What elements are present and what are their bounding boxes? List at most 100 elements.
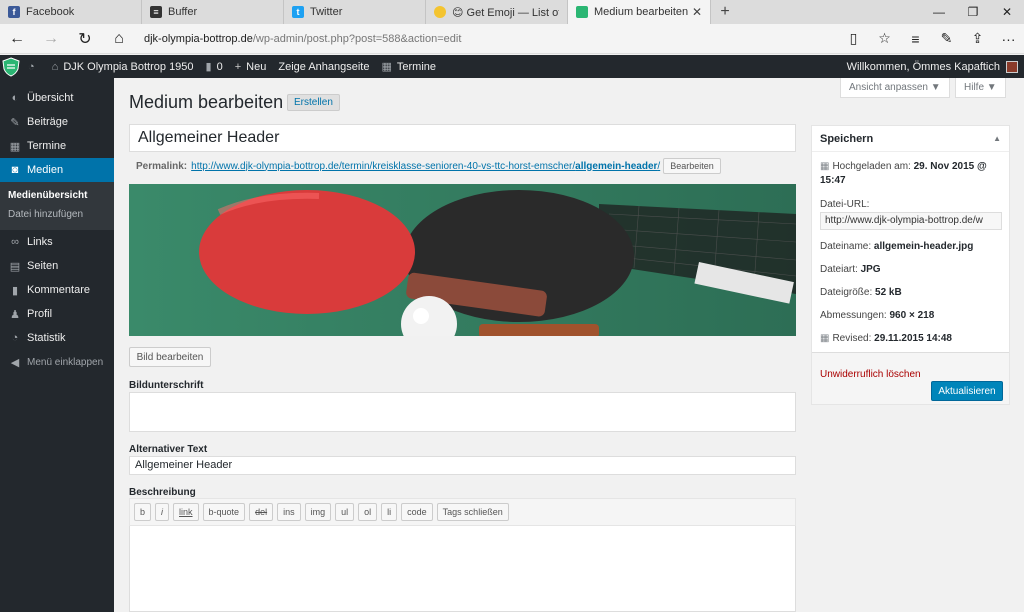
description-editor[interactable]: [129, 526, 796, 612]
buffer-icon: ≡: [150, 6, 162, 18]
tab-get-emoji[interactable]: 😊 Get Emoji — List of all Er: [426, 0, 568, 24]
browser-tools: ▯ ☆ ≡ ✎ ⇪ ···: [838, 24, 1024, 54]
update-button[interactable]: Aktualisieren: [931, 381, 1003, 401]
permalink-edit-button[interactable]: Bearbeiten: [663, 158, 721, 174]
greeting-text: Willkommen, Ömmes Kapaftich: [846, 60, 1000, 73]
permalink-label: Permalink:: [136, 160, 188, 172]
qt-ins-button[interactable]: ins: [277, 503, 301, 521]
refresh-icon[interactable]: ↻: [68, 24, 102, 54]
view-attachment-link[interactable]: Zeige Anhangseite: [272, 55, 375, 78]
collapse-icon: ◀: [10, 356, 20, 369]
qt-ol-button[interactable]: ol: [358, 503, 378, 521]
submenu-medienuebersicht[interactable]: Medienübersicht: [0, 186, 114, 205]
revised-row: ▦ Revised: 29.11.2015 14:48: [820, 333, 952, 344]
sidebar-item-termine[interactable]: ▦ Termine: [0, 134, 114, 158]
reading-view-icon[interactable]: ▯: [838, 24, 869, 54]
user-icon: ♟: [10, 308, 20, 321]
sidebar-item-seiten[interactable]: ▤ Seiten: [0, 254, 114, 278]
favorite-star-icon[interactable]: ☆: [869, 24, 900, 54]
forward-icon[interactable]: →: [34, 24, 68, 54]
collapse-arrow-icon[interactable]: ▲: [993, 134, 1001, 143]
caption-label: Bildunterschrift: [129, 380, 204, 391]
publish-heading: Speichern: [820, 132, 874, 145]
url-host: djk-olympia-bottrop.de: [144, 32, 253, 45]
qt-bold-button[interactable]: b: [134, 503, 152, 521]
dashboard-icon: ◐: [11, 92, 19, 104]
edit-image-button[interactable]: Bild bearbeiten: [129, 347, 211, 367]
link-icon: ∞: [11, 236, 19, 248]
site-logo-icon[interactable]: [0, 55, 22, 78]
comment-icon: ▮: [11, 284, 19, 297]
screen-options-button[interactable]: Ansicht anpassen ▼: [840, 78, 950, 98]
web-note-icon[interactable]: ✎: [931, 24, 962, 54]
sidebar-item-kommentare[interactable]: ▮ Kommentare: [0, 278, 114, 302]
tab-medium-bearbeiten[interactable]: Medium bearbeiten ‹ D. ✕: [568, 0, 711, 24]
tab-label: Facebook: [26, 6, 75, 18]
events-link[interactable]: ▦ Termine: [376, 55, 443, 78]
sidebar-item-beitraege[interactable]: ✎ Beiträge: [0, 110, 114, 134]
sidebar-item-medien[interactable]: ◙ Medien: [0, 158, 114, 182]
page-icon: ▤: [9, 260, 21, 273]
browser-tab-strip: f Facebook ≡ Buffer t Twitter 😊 Get Emoj…: [0, 0, 1024, 24]
maximize-icon[interactable]: ❐: [956, 0, 990, 24]
attachment-image: [129, 184, 796, 336]
qt-code-button[interactable]: code: [401, 503, 433, 521]
qt-link-button[interactable]: link: [173, 503, 199, 521]
sidebar-item-statistik[interactable]: ◔ Statistik: [0, 326, 114, 350]
qt-del-button[interactable]: del: [249, 503, 274, 521]
qt-italic-button[interactable]: i: [155, 503, 170, 521]
sidebar-item-uebersicht[interactable]: ◐ Übersicht: [0, 86, 114, 110]
minimize-icon[interactable]: —: [922, 0, 956, 24]
filetype-row: Dateiart: JPG: [820, 264, 881, 275]
permalink-row: Permalink: http://www.djk-olympia-bottro…: [136, 158, 721, 174]
browser-toolbar: ← → ↻ ⌂ djk-olympia-bottrop.de/wp-admin/…: [0, 24, 1024, 54]
back-icon[interactable]: ←: [0, 24, 34, 54]
quicktags-toolbar: b i link b-quote del ins img ul ol li co…: [129, 498, 796, 526]
stats-icon[interactable]: ◔: [22, 55, 46, 78]
new-tab-button[interactable]: +: [711, 0, 739, 24]
publish-box-header[interactable]: Speichern ▲: [812, 126, 1009, 152]
qt-li-button[interactable]: li: [381, 503, 398, 521]
qt-close-tags-button[interactable]: Tags schließen: [436, 503, 509, 521]
add-new-button[interactable]: Erstellen: [287, 94, 340, 111]
address-bar[interactable]: djk-olympia-bottrop.de/wp-admin/post.php…: [144, 33, 838, 45]
avatar: [1006, 60, 1018, 73]
qt-img-button[interactable]: img: [304, 503, 332, 521]
alt-text-input[interactable]: Allgemeiner Header: [129, 456, 796, 475]
permalink-link[interactable]: http://www.djk-olympia-bottrop.de/termin…: [191, 161, 660, 172]
comments-link[interactable]: ▮ 0: [200, 55, 229, 78]
media-submenu: Medienübersicht Datei hinzufügen: [0, 182, 114, 230]
page-title: Medium bearbeiten: [129, 92, 284, 112]
sidebar-item-links[interactable]: ∞ Links: [0, 230, 114, 254]
collapse-menu-button[interactable]: ◀ Menü einklappen: [0, 350, 114, 374]
more-icon[interactable]: ···: [993, 24, 1024, 54]
help-button[interactable]: Hilfe ▼: [955, 78, 1006, 98]
share-icon[interactable]: ⇪: [962, 24, 993, 54]
title-input[interactable]: Allgemeiner Header: [129, 124, 796, 152]
site-name-link[interactable]: ⌂ DJK Olympia Bottrop 1950: [46, 55, 200, 78]
hub-icon[interactable]: ≡: [900, 24, 931, 54]
new-content-link[interactable]: + Neu: [229, 55, 273, 78]
home-icon[interactable]: ⌂: [102, 24, 136, 54]
delete-permanently-link[interactable]: Unwiderruflich löschen: [820, 369, 921, 380]
qt-blockquote-button[interactable]: b-quote: [202, 503, 246, 521]
sidebar-item-profil[interactable]: ♟ Profil: [0, 302, 114, 326]
qt-ul-button[interactable]: ul: [335, 503, 355, 521]
caption-textarea[interactable]: [129, 392, 796, 432]
alt-text-label: Alternativer Text: [129, 444, 208, 455]
close-window-icon[interactable]: ✕: [990, 0, 1024, 24]
close-icon[interactable]: ✕: [692, 5, 702, 19]
pin-icon: ✎: [10, 116, 20, 129]
window-controls: — ❐ ✕: [922, 0, 1024, 24]
tab-facebook[interactable]: f Facebook: [0, 0, 142, 24]
submenu-datei-hinzufuegen[interactable]: Datei hinzufügen: [0, 205, 114, 224]
tab-label: 😊 Get Emoji — List of all Er: [452, 6, 559, 19]
description-label: Beschreibung: [129, 487, 196, 498]
home-icon: ⌂: [51, 60, 59, 73]
calendar-icon: ▦: [9, 140, 21, 153]
filename-row: Dateiname: allgemein-header.jpg: [820, 241, 974, 252]
account-menu[interactable]: Willkommen, Ömmes Kapaftich: [847, 55, 1018, 78]
tab-buffer[interactable]: ≡ Buffer: [142, 0, 284, 24]
tab-twitter[interactable]: t Twitter: [284, 0, 426, 24]
file-url-field[interactable]: http://www.djk-olympia-bottrop.de/w: [820, 212, 1002, 230]
